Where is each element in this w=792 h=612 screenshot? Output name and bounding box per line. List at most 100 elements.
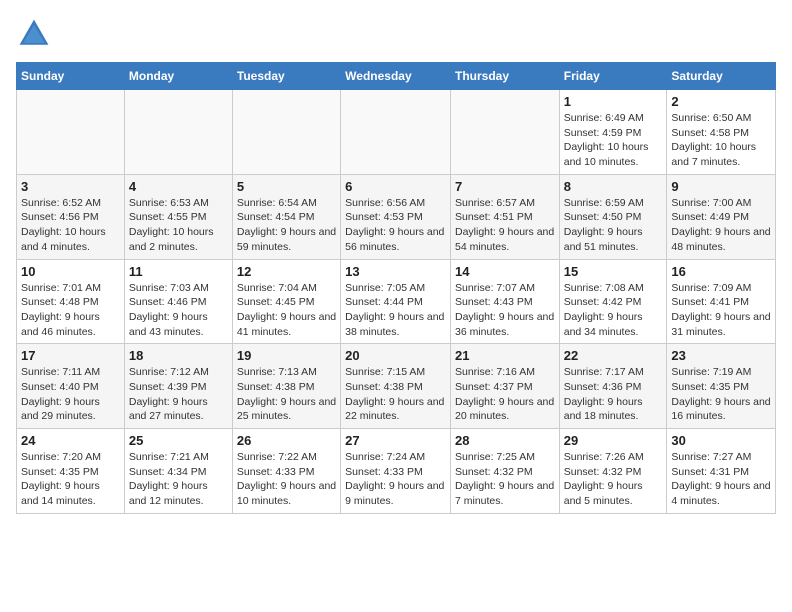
calendar-cell: 12Sunrise: 7:04 AM Sunset: 4:45 PM Dayli…	[232, 259, 340, 344]
day-info: Sunrise: 6:57 AM Sunset: 4:51 PM Dayligh…	[455, 196, 555, 255]
calendar-cell: 30 Sunrise: 7:27 AM Sunset: 4:31 PM Dayli…	[667, 429, 776, 514]
day-info: Sunrise: 7:22 AM Sunset: 4:33 PM Dayligh…	[237, 450, 336, 509]
day-info: Sunrise: 7:11 AM Sunset: 4:40 PM Dayligh…	[21, 365, 120, 424]
day-number: 6	[345, 179, 446, 194]
calendar-cell: 7 Sunrise: 6:57 AM Sunset: 4:51 PM Daylig…	[450, 174, 559, 259]
header-saturday: Saturday	[667, 63, 776, 90]
header-friday: Friday	[559, 63, 667, 90]
day-number: 9	[671, 179, 771, 194]
logo-icon	[16, 16, 52, 52]
day-number: 28	[455, 433, 555, 448]
calendar-cell: 17Sunrise: 7:11 AM Sunset: 4:40 PM Dayli…	[17, 344, 125, 429]
calendar-cell: 6 Sunrise: 6:56 AM Sunset: 4:53 PM Daylig…	[341, 174, 451, 259]
day-info: Sunrise: 7:13 AM Sunset: 4:38 PM Dayligh…	[237, 365, 336, 424]
day-info: Sunrise: 7:25 AM Sunset: 4:32 PM Dayligh…	[455, 450, 555, 509]
calendar-cell: 10 Sunrise: 7:01 AM Sunset: 4:48 PM Dayli…	[17, 259, 125, 344]
day-info: Sunrise: 7:19 AM Sunset: 4:35 PM Dayligh…	[671, 365, 771, 424]
day-info: Sunrise: 7:08 AM Sunset: 4:42 PM Dayligh…	[564, 281, 663, 340]
calendar-week-row: 24 Sunrise: 7:20 AM Sunset: 4:35 PM Dayli…	[17, 429, 776, 514]
day-number: 11	[129, 264, 228, 279]
day-number: 23	[671, 348, 771, 363]
calendar-week-row: 3 Sunrise: 6:52 AM Sunset: 4:56 PM Daylig…	[17, 174, 776, 259]
calendar-cell: 23 Sunrise: 7:19 AM Sunset: 4:35 PM Dayli…	[667, 344, 776, 429]
day-info: Sunrise: 7:15 AM Sunset: 4:38 PM Dayligh…	[345, 365, 446, 424]
day-number: 13	[345, 264, 446, 279]
day-info: Sunrise: 7:20 AM Sunset: 4:35 PM Dayligh…	[21, 450, 120, 509]
calendar-cell	[124, 90, 232, 175]
day-number: 29	[564, 433, 663, 448]
page-header	[16, 16, 776, 52]
calendar-cell	[232, 90, 340, 175]
day-number: 3	[21, 179, 120, 194]
day-number: 25	[129, 433, 228, 448]
calendar-cell: 9Sunrise: 7:00 AM Sunset: 4:49 PM Daylig…	[667, 174, 776, 259]
calendar-cell: 18 Sunrise: 7:12 AM Sunset: 4:39 PM Dayli…	[124, 344, 232, 429]
day-number: 5	[237, 179, 336, 194]
calendar-cell: 11 Sunrise: 7:03 AM Sunset: 4:46 PM Dayli…	[124, 259, 232, 344]
calendar-cell: 14 Sunrise: 7:07 AM Sunset: 4:43 PM Dayli…	[450, 259, 559, 344]
header-sunday: Sunday	[17, 63, 125, 90]
day-number: 22	[564, 348, 663, 363]
day-info: Sunrise: 7:12 AM Sunset: 4:39 PM Dayligh…	[129, 365, 228, 424]
day-number: 15	[564, 264, 663, 279]
day-info: Sunrise: 6:59 AM Sunset: 4:50 PM Dayligh…	[564, 196, 663, 255]
day-info: Sunrise: 7:27 AM Sunset: 4:31 PM Dayligh…	[671, 450, 771, 509]
day-info: Sunrise: 7:09 AM Sunset: 4:41 PM Dayligh…	[671, 281, 771, 340]
calendar-cell: 19 Sunrise: 7:13 AM Sunset: 4:38 PM Dayli…	[232, 344, 340, 429]
day-info: Sunrise: 7:26 AM Sunset: 4:32 PM Dayligh…	[564, 450, 663, 509]
day-number: 19	[237, 348, 336, 363]
day-info: Sunrise: 6:53 AM Sunset: 4:55 PM Dayligh…	[129, 196, 228, 255]
day-number: 7	[455, 179, 555, 194]
day-info: Sunrise: 6:56 AM Sunset: 4:53 PM Dayligh…	[345, 196, 446, 255]
calendar-cell: 16 Sunrise: 7:09 AM Sunset: 4:41 PM Dayli…	[667, 259, 776, 344]
calendar-cell: 20Sunrise: 7:15 AM Sunset: 4:38 PM Dayli…	[341, 344, 451, 429]
header-monday: Monday	[124, 63, 232, 90]
day-number: 27	[345, 433, 446, 448]
day-info: Sunrise: 7:21 AM Sunset: 4:34 PM Dayligh…	[129, 450, 228, 509]
day-number: 24	[21, 433, 120, 448]
day-info: Sunrise: 7:01 AM Sunset: 4:48 PM Dayligh…	[21, 281, 120, 340]
calendar-cell: 1 Sunrise: 6:49 AM Sunset: 4:59 PM Daylig…	[559, 90, 667, 175]
calendar-week-row: 17Sunrise: 7:11 AM Sunset: 4:40 PM Dayli…	[17, 344, 776, 429]
calendar-week-row: 1 Sunrise: 6:49 AM Sunset: 4:59 PM Daylig…	[17, 90, 776, 175]
calendar-cell: 28 Sunrise: 7:25 AM Sunset: 4:32 PM Dayli…	[450, 429, 559, 514]
day-info: Sunrise: 7:07 AM Sunset: 4:43 PM Dayligh…	[455, 281, 555, 340]
calendar-cell	[341, 90, 451, 175]
day-info: Sunrise: 7:17 AM Sunset: 4:36 PM Dayligh…	[564, 365, 663, 424]
calendar-cell: 22 Sunrise: 7:17 AM Sunset: 4:36 PM Dayli…	[559, 344, 667, 429]
day-number: 16	[671, 264, 771, 279]
calendar-header-row: SundayMondayTuesdayWednesdayThursdayFrid…	[17, 63, 776, 90]
header-thursday: Thursday	[450, 63, 559, 90]
calendar-cell: 5 Sunrise: 6:54 AM Sunset: 4:54 PM Daylig…	[232, 174, 340, 259]
header-tuesday: Tuesday	[232, 63, 340, 90]
calendar-cell: 24 Sunrise: 7:20 AM Sunset: 4:35 PM Dayli…	[17, 429, 125, 514]
calendar-cell: 13Sunrise: 7:05 AM Sunset: 4:44 PM Dayli…	[341, 259, 451, 344]
day-info: Sunrise: 6:52 AM Sunset: 4:56 PM Dayligh…	[21, 196, 120, 255]
calendar-table: SundayMondayTuesdayWednesdayThursdayFrid…	[16, 62, 776, 514]
day-info: Sunrise: 6:49 AM Sunset: 4:59 PM Dayligh…	[564, 111, 663, 170]
day-number: 14	[455, 264, 555, 279]
day-number: 8	[564, 179, 663, 194]
calendar-cell: 15 Sunrise: 7:08 AM Sunset: 4:42 PM Dayli…	[559, 259, 667, 344]
day-number: 1	[564, 94, 663, 109]
calendar-cell: 27 Sunrise: 7:24 AM Sunset: 4:33 PM Dayli…	[341, 429, 451, 514]
calendar-cell: 21Sunrise: 7:16 AM Sunset: 4:37 PM Dayli…	[450, 344, 559, 429]
day-number: 2	[671, 94, 771, 109]
day-info: Sunrise: 7:24 AM Sunset: 4:33 PM Dayligh…	[345, 450, 446, 509]
calendar-cell: 25 Sunrise: 7:21 AM Sunset: 4:34 PM Dayli…	[124, 429, 232, 514]
day-info: Sunrise: 6:50 AM Sunset: 4:58 PM Dayligh…	[671, 111, 771, 170]
logo	[16, 16, 56, 52]
day-info: Sunrise: 7:16 AM Sunset: 4:37 PM Dayligh…	[455, 365, 555, 424]
day-info: Sunrise: 7:03 AM Sunset: 4:46 PM Dayligh…	[129, 281, 228, 340]
calendar-cell: 26Sunrise: 7:22 AM Sunset: 4:33 PM Dayli…	[232, 429, 340, 514]
day-info: Sunrise: 7:04 AM Sunset: 4:45 PM Dayligh…	[237, 281, 336, 340]
calendar-cell: 2 Sunrise: 6:50 AM Sunset: 4:58 PM Daylig…	[667, 90, 776, 175]
day-number: 4	[129, 179, 228, 194]
calendar-cell	[450, 90, 559, 175]
calendar-cell: 29 Sunrise: 7:26 AM Sunset: 4:32 PM Dayli…	[559, 429, 667, 514]
day-number: 18	[129, 348, 228, 363]
day-number: 30	[671, 433, 771, 448]
day-number: 10	[21, 264, 120, 279]
calendar-cell	[17, 90, 125, 175]
day-info: Sunrise: 6:54 AM Sunset: 4:54 PM Dayligh…	[237, 196, 336, 255]
